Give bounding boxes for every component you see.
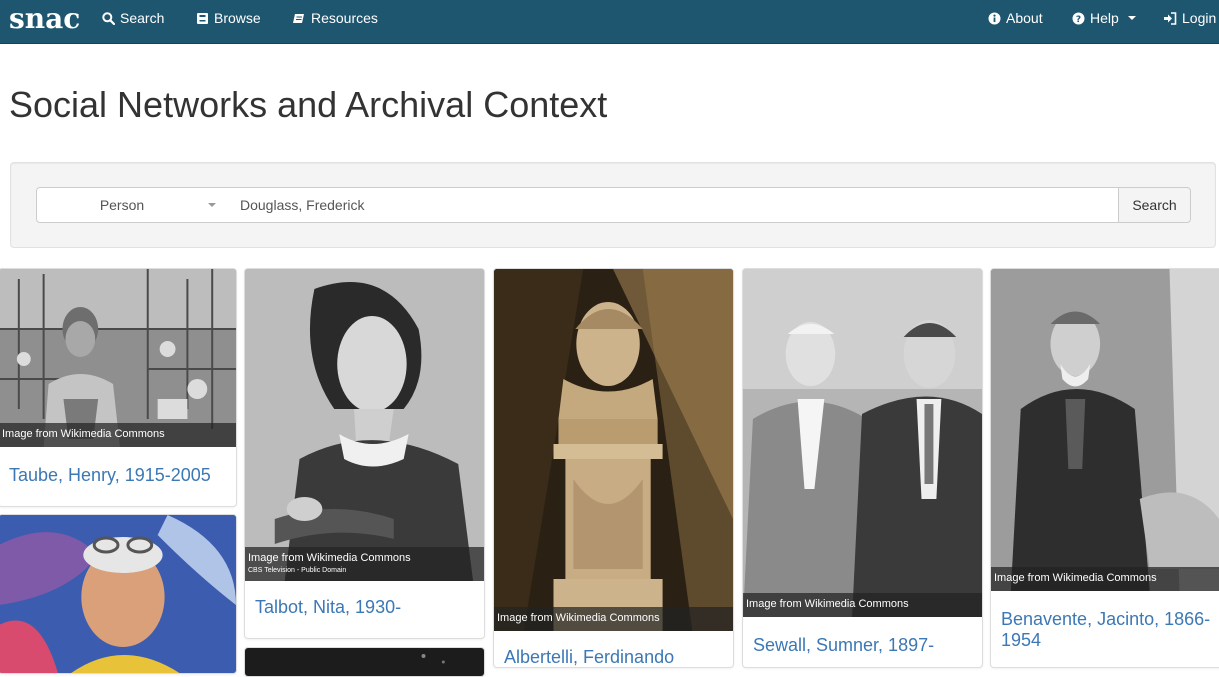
nav-resources-link[interactable]: Resources <box>292 0 378 36</box>
nav-help-label: Help <box>1090 10 1119 26</box>
question-icon: ? <box>1072 12 1085 25</box>
card-image: Image from Wikimedia Commons <box>991 269 1219 591</box>
image-caption-text: Image from Wikimedia Commons <box>248 552 411 564</box>
card-image: Image from Wikimedia Commons <box>494 269 733 631</box>
info-icon <box>988 12 1001 24</box>
card-image <box>245 648 484 676</box>
result-card[interactable] <box>244 647 485 677</box>
nav-search-link[interactable]: Search <box>102 0 164 36</box>
brand-logo[interactable]: snac <box>9 3 80 35</box>
page-title: Social Networks and Archival Context <box>9 84 608 125</box>
photo-man-with-glasses-on-head <box>0 515 236 673</box>
nav-login-label: Login <box>1182 10 1217 26</box>
photo-two-men-in-suits <box>743 269 982 617</box>
photo-marble-bust <box>494 269 733 631</box>
card-name-link[interactable]: Albertelli, Ferdinando <box>504 647 727 667</box>
entity-type-select[interactable]: Person <box>36 187 231 223</box>
result-card[interactable]: Image from Wikimedia Commons Sewall, Sum… <box>742 268 983 668</box>
nav-search-label: Search <box>120 10 165 26</box>
image-caption: Image from Wikimedia Commons CBS Televis… <box>245 547 484 581</box>
photo-dark <box>245 648 484 676</box>
nav-help-dropdown[interactable]: ? Help <box>1072 0 1136 36</box>
card-image <box>0 515 236 673</box>
image-caption: Image from Wikimedia Commons <box>991 567 1219 591</box>
nav-login-link[interactable]: Login <box>1163 0 1216 36</box>
search-button[interactable]: Search <box>1118 187 1191 223</box>
select-arrow-icon <box>208 203 216 207</box>
entity-type-value: Person <box>99 197 145 213</box>
search-input[interactable] <box>230 187 1119 223</box>
top-navbar: snac Search Browse Resources About ? Hel… <box>0 0 1219 44</box>
book-icon <box>197 12 208 24</box>
chevron-down-icon <box>1127 16 1136 20</box>
result-card[interactable]: Image from Wikimedia Commons Albertelli,… <box>493 268 734 668</box>
nav-resources-label: Resources <box>311 10 378 26</box>
image-credit: CBS Television - Public Domain <box>248 567 347 574</box>
image-caption: Image from Wikimedia Commons <box>0 423 236 447</box>
image-caption: Image from Wikimedia Commons <box>743 593 982 617</box>
nav-about-link[interactable]: About <box>988 0 1043 36</box>
open-book-icon <box>293 13 304 23</box>
card-image: Image from Wikimedia Commons CBS Televis… <box>245 269 484 581</box>
photo-man-in-lab <box>0 269 236 447</box>
card-name-link[interactable]: Sewall, Sumner, 1897- <box>753 635 976 656</box>
photo-seated-bearded-man <box>991 269 1219 591</box>
nav-browse-link[interactable]: Browse <box>196 0 261 36</box>
svg-text:?: ? <box>1076 15 1081 25</box>
result-card[interactable]: Image from Wikimedia Commons Benavente, … <box>990 268 1219 668</box>
result-card[interactable]: Image from Wikimedia Commons CBS Televis… <box>244 268 485 639</box>
card-image: Image from Wikimedia Commons <box>0 269 236 447</box>
card-name-link[interactable]: Taube, Henry, 1915-2005 <box>9 465 230 486</box>
login-icon <box>1164 11 1177 25</box>
image-caption: Image from Wikimedia Commons <box>494 607 733 631</box>
result-card[interactable]: Image from Wikimedia Commons Taube, Henr… <box>0 268 237 507</box>
card-name-link[interactable]: Talbot, Nita, 1930- <box>255 597 478 618</box>
nav-about-label: About <box>1006 10 1043 26</box>
search-icon <box>102 11 115 25</box>
photo-woman-portrait <box>245 269 484 581</box>
nav-browse-label: Browse <box>214 10 261 26</box>
card-image: Image from Wikimedia Commons <box>743 269 982 617</box>
card-name-link[interactable]: Benavente, Jacinto, 1866-1954 <box>1001 609 1219 651</box>
result-card[interactable] <box>0 514 237 674</box>
